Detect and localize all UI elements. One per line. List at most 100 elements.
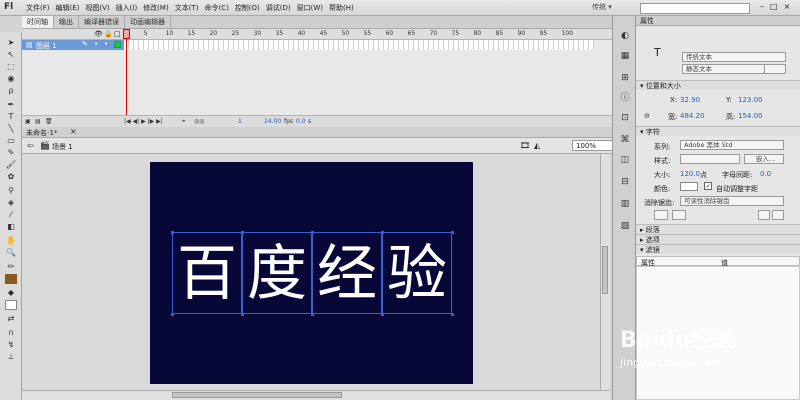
- menu-item[interactable]: 插入(I): [116, 3, 138, 13]
- menu-item[interactable]: 视图(V): [85, 3, 109, 13]
- selection-handle[interactable]: [381, 313, 384, 316]
- font-style-select[interactable]: [680, 154, 740, 164]
- selection-handle[interactable]: [171, 231, 174, 234]
- code-snippets-icon[interactable]: ⌘: [619, 134, 631, 146]
- layer-name[interactable]: 图层 1: [36, 41, 57, 51]
- selection-tool-icon[interactable]: ➤: [5, 38, 17, 48]
- line-tool-icon[interactable]: ╲: [5, 124, 17, 134]
- snap-magnet-icon[interactable]: ∩: [5, 328, 17, 338]
- font-family-select[interactable]: Adobe 黑体 Std: [680, 140, 784, 150]
- color-panel-icon[interactable]: ◐: [619, 30, 631, 42]
- x-value[interactable]: 32.90: [680, 96, 700, 104]
- current-frame[interactable]: 1: [238, 118, 242, 125]
- search-input[interactable]: [640, 3, 750, 14]
- zoom-tool-icon[interactable]: 🔍: [5, 248, 17, 258]
- frame-rate[interactable]: 24.00: [264, 118, 281, 125]
- selection-handle[interactable]: [241, 231, 244, 234]
- tab-output[interactable]: 输出: [54, 16, 79, 28]
- hand-tool-icon[interactable]: ✋: [5, 236, 17, 246]
- delete-layer-icon[interactable]: 🗑: [45, 118, 53, 125]
- text-color-swatch[interactable]: [680, 182, 698, 191]
- selection-handle[interactable]: [311, 231, 314, 234]
- stroke-color-swatch[interactable]: [5, 274, 17, 284]
- orientation-button[interactable]: [764, 64, 786, 74]
- stage-char-1[interactable]: 百: [172, 232, 242, 314]
- height-value[interactable]: 154.00: [738, 112, 763, 120]
- brush-tool-icon[interactable]: 🖌: [5, 160, 17, 170]
- width-value[interactable]: 484.20: [680, 112, 705, 120]
- autokern-checkbox[interactable]: ✓: [704, 182, 712, 190]
- selection-handle[interactable]: [311, 313, 314, 316]
- library-icon[interactable]: ▥: [619, 198, 631, 210]
- lock-icon[interactable]: 🔒: [104, 30, 113, 38]
- stage-char-2[interactable]: 度: [242, 232, 312, 314]
- transform-icon[interactable]: ⊡: [619, 112, 631, 124]
- menu-item[interactable]: 文件(F): [26, 3, 50, 13]
- deco-tool-icon[interactable]: ✿: [5, 172, 17, 182]
- minimize-icon[interactable]: –: [760, 2, 764, 11]
- selection-handle[interactable]: [241, 313, 244, 316]
- onion-skin-icon[interactable]: ◎◎: [194, 118, 204, 125]
- lock-dot-icon[interactable]: •: [104, 40, 108, 48]
- layer-row[interactable]: ▤ 图层 1 ✎ • •: [22, 40, 124, 50]
- selection-handle[interactable]: [171, 313, 174, 316]
- tab-timeline[interactable]: 时间轴: [22, 16, 54, 28]
- project-icon[interactable]: ▨: [619, 220, 631, 232]
- letter-spacing-value[interactable]: 0.0: [760, 170, 771, 178]
- menu-item[interactable]: 调试(D): [266, 3, 291, 13]
- new-folder-icon[interactable]: ▤: [35, 118, 41, 125]
- document-tab[interactable]: 未命名-1*: [26, 128, 57, 138]
- close-icon[interactable]: ×: [784, 2, 791, 11]
- maximize-icon[interactable]: □: [770, 2, 778, 11]
- free-transform-icon[interactable]: ⬚: [5, 62, 17, 72]
- playhead-handle[interactable]: [123, 29, 130, 39]
- close-document-icon[interactable]: ×: [70, 127, 77, 136]
- horizontal-scroll-thumb[interactable]: [172, 392, 342, 398]
- vertical-scroll-thumb[interactable]: [602, 246, 608, 294]
- swatches-icon[interactable]: ▦: [619, 50, 631, 62]
- stroke-color-icon[interactable]: ✏: [5, 262, 17, 272]
- info-icon[interactable]: ⓘ: [619, 92, 631, 104]
- paragraph-section[interactable]: ▸ 段落: [636, 224, 800, 234]
- paint-bucket-icon[interactable]: ◈: [5, 198, 17, 208]
- selectable-button[interactable]: [654, 210, 668, 220]
- link-icon[interactable]: ⊝: [644, 112, 650, 120]
- menu-item[interactable]: 窗口(W): [297, 3, 323, 13]
- y-value[interactable]: 123.00: [738, 96, 763, 104]
- menu-item[interactable]: 帮助(H): [329, 3, 354, 13]
- smooth-icon[interactable]: ↯: [5, 340, 17, 350]
- align-icon[interactable]: ⊞: [619, 72, 631, 84]
- anti-alias-select[interactable]: 可读性消除锯齿: [680, 196, 784, 206]
- fill-color-icon[interactable]: ◆: [5, 288, 17, 298]
- subselection-tool-icon[interactable]: ↖: [5, 50, 17, 60]
- position-size-section[interactable]: ▾ 位置和大小: [636, 80, 800, 90]
- 3d-rotation-icon[interactable]: ◉: [5, 74, 17, 84]
- frame-cells[interactable]: [124, 40, 594, 50]
- back-arrow-icon[interactable]: ⇦: [27, 141, 34, 150]
- menu-item[interactable]: 修改(M): [143, 3, 169, 13]
- new-layer-icon[interactable]: ▣: [25, 118, 31, 125]
- menu-item[interactable]: 命令(C): [204, 3, 228, 13]
- pencil-tool-icon[interactable]: ✎: [5, 148, 17, 158]
- swap-colors-icon[interactable]: ⇄: [5, 314, 17, 324]
- character-section[interactable]: ▾ 字符: [636, 126, 800, 136]
- layer-color-icon[interactable]: [114, 41, 121, 48]
- scene-name[interactable]: 场景 1: [52, 142, 73, 152]
- elapsed-time[interactable]: 0.0: [296, 118, 306, 125]
- playback-controls-icon[interactable]: |◀ ◀| ▶ |▶ ▶|: [124, 118, 163, 125]
- selection-handle[interactable]: [451, 313, 454, 316]
- edit-scene-icon[interactable]: 🎞: [520, 141, 530, 150]
- superscript-button[interactable]: [758, 210, 770, 220]
- html-render-button[interactable]: [672, 210, 686, 220]
- eye-icon[interactable]: 👁: [94, 30, 103, 38]
- visible-dot-icon[interactable]: •: [94, 40, 98, 48]
- options-section[interactable]: ▸ 选项: [636, 234, 800, 244]
- fill-color-swatch[interactable]: [5, 300, 17, 310]
- components-icon[interactable]: ◫: [619, 154, 631, 166]
- workspace-switcher[interactable]: 传统 ▾: [592, 2, 612, 12]
- rectangle-tool-icon[interactable]: ▭: [5, 136, 17, 146]
- outline-icon[interactable]: □: [114, 30, 121, 38]
- font-size-value[interactable]: 120.0: [680, 170, 700, 178]
- selection-handle[interactable]: [451, 231, 454, 234]
- subscript-button[interactable]: [772, 210, 784, 220]
